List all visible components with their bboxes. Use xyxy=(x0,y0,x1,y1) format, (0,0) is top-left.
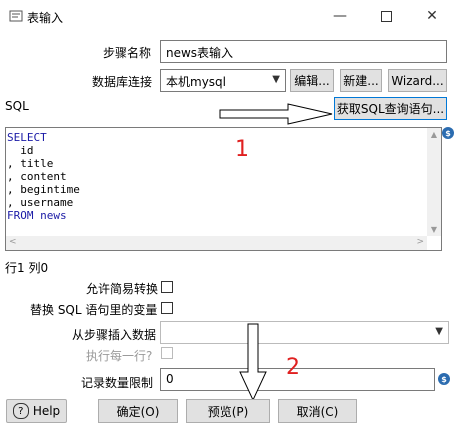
insert-from-step-select[interactable]: ▼ xyxy=(160,321,449,344)
execute-each-row-checkbox[interactable] xyxy=(161,347,173,359)
sql-line: , content xyxy=(7,170,67,183)
preview-button[interactable]: 预览(P) xyxy=(186,399,270,423)
minimize-icon[interactable]: — xyxy=(328,4,352,28)
limit-label: 记录数量限制 xyxy=(81,376,154,390)
cancel-button[interactable]: 取消(C) xyxy=(278,399,357,423)
sql-label: SQL xyxy=(5,99,29,113)
annotation-two: 2 xyxy=(286,355,300,380)
sql-line: FROM news xyxy=(7,209,67,222)
scroll-up-icon[interactable]: ▲ xyxy=(427,130,441,139)
sql-editor[interactable]: SELECT id , title , content , begintime … xyxy=(5,127,442,251)
db-connection-value: 本机mysql xyxy=(166,75,226,89)
arrow-right-icon xyxy=(219,103,333,125)
sql-line: id xyxy=(7,144,34,157)
get-sql-button[interactable]: 获取SQL查询语句... xyxy=(334,97,447,120)
new-button[interactable]: 新建... xyxy=(340,69,382,92)
sql-line: , username xyxy=(7,196,74,209)
chevron-down-icon: ▼ xyxy=(435,326,443,337)
execute-each-row-label: 执行每一行? xyxy=(86,349,153,363)
cursor-position: 行1 列0 xyxy=(5,261,49,275)
insert-from-step-label: 从步骤插入数据 xyxy=(72,328,157,342)
edit-button[interactable]: 编辑... xyxy=(290,69,334,92)
scroll-left-icon[interactable]: < xyxy=(9,237,17,247)
horizontal-scrollbar[interactable]: < > xyxy=(6,236,427,250)
ok-button[interactable]: 确定(O) xyxy=(98,399,178,423)
sql-line: SELECT xyxy=(7,131,47,144)
lazy-conversion-checkbox[interactable] xyxy=(161,281,173,293)
step-name-input[interactable]: news表输入 xyxy=(160,40,447,63)
replace-variables-checkbox[interactable] xyxy=(161,302,173,314)
chevron-down-icon: ▼ xyxy=(272,74,280,85)
help-icon: ? xyxy=(12,403,29,419)
arrow-down-icon xyxy=(239,323,267,402)
window-title: 表输入 xyxy=(27,11,64,25)
wizard-button[interactable]: Wizard... xyxy=(388,69,447,92)
help-button[interactable]: ? Help xyxy=(6,399,67,423)
lazy-conversion-label: 允许简易转换 xyxy=(86,282,159,296)
close-icon[interactable]: ✕ xyxy=(420,4,444,28)
variable-icon: $ xyxy=(438,373,450,385)
help-button-label: Help xyxy=(32,404,61,418)
db-connection-label: 数据库连接 xyxy=(92,75,153,89)
db-connection-select[interactable]: 本机mysql ▼ xyxy=(160,69,286,92)
app-icon xyxy=(9,9,23,23)
scroll-down-icon[interactable]: ▼ xyxy=(427,225,441,234)
vertical-scrollbar[interactable]: ▲ ▼ xyxy=(427,128,441,236)
maximize-icon[interactable] xyxy=(374,4,398,28)
sql-line: , begintime xyxy=(7,183,80,196)
sql-line: , title xyxy=(7,157,54,170)
variable-icon: $ xyxy=(442,127,454,139)
annotation-one: 1 xyxy=(235,137,249,162)
scroll-right-icon[interactable]: > xyxy=(416,237,424,247)
step-name-label: 步骤名称 xyxy=(103,46,152,60)
replace-variables-label: 替换 SQL 语句里的变量 xyxy=(30,303,158,317)
